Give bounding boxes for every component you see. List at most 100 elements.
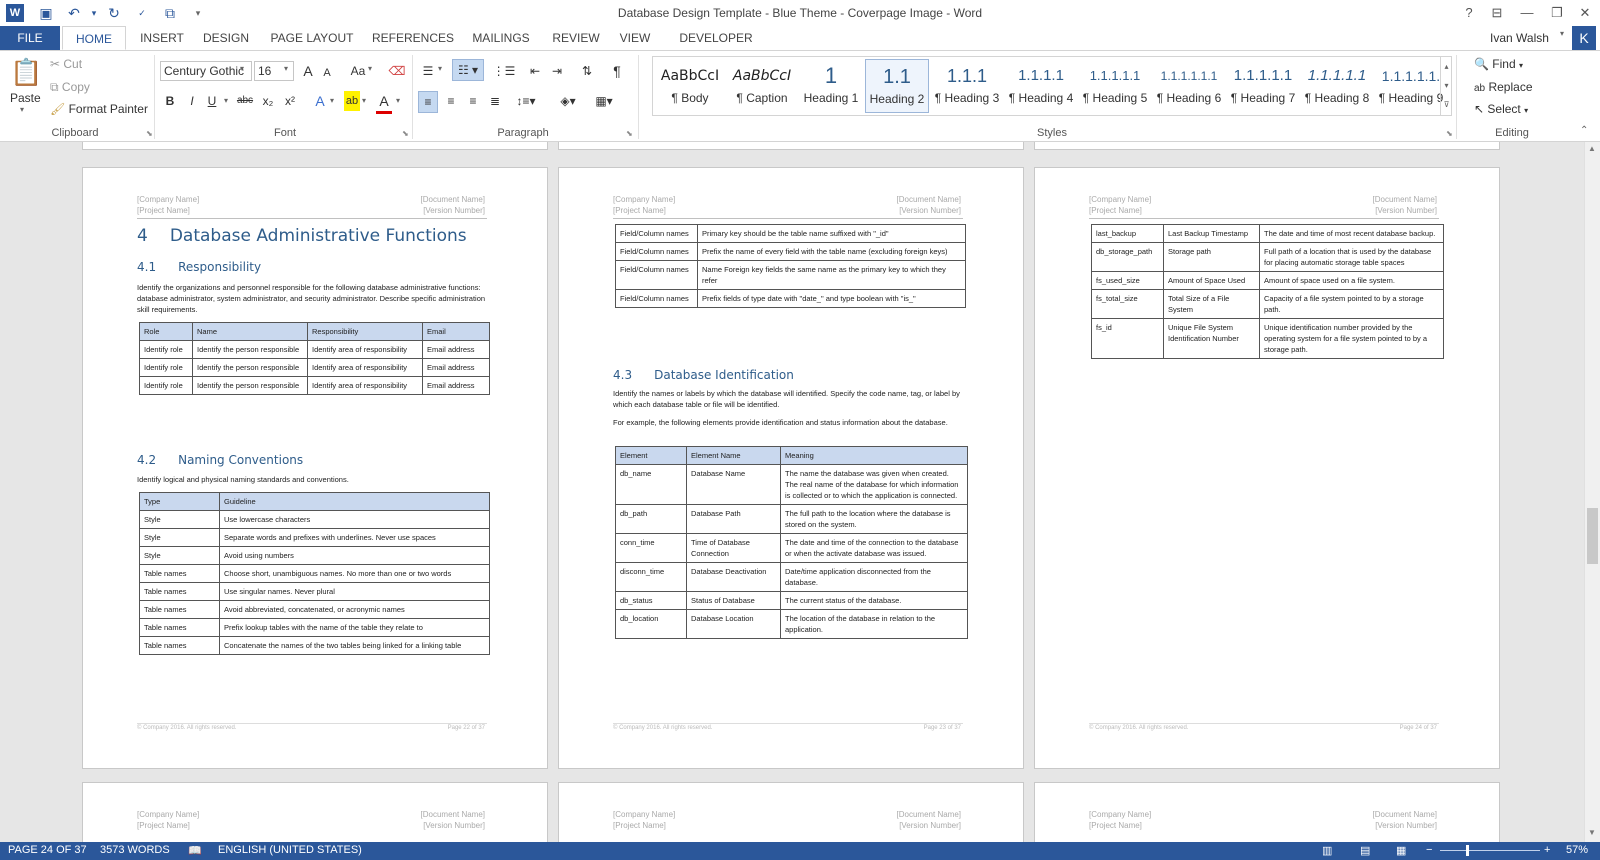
highlight-icon[interactable]: ab [344, 91, 360, 111]
print-layout-icon[interactable]: ▤ [1360, 844, 1370, 857]
document-page[interactable]: [Company Name] [Project Name] [Document N… [82, 782, 548, 842]
tab-insert[interactable]: INSERT [134, 26, 190, 50]
clear-formatting-icon[interactable]: ⌫ [388, 61, 406, 81]
style-caption[interactable]: AaBbCcI ¶ Caption [727, 59, 797, 113]
document-page[interactable]: [Company Name] [Project Name] [Document N… [1034, 782, 1500, 842]
web-layout-icon[interactable]: ▦ [1396, 844, 1406, 857]
borders-icon[interactable]: ▦▾ [590, 91, 618, 111]
style-heading-8[interactable]: 1.1.1.1.1 ¶ Heading 8 [1301, 59, 1373, 113]
document-page[interactable]: [Company Name] [Project Name] [Document N… [1034, 167, 1500, 769]
clipboard-launcher-icon[interactable]: ⬊ [146, 129, 153, 138]
align-center-icon[interactable]: ≡ [442, 91, 460, 111]
style-heading-6[interactable]: 1.1.1.1.1.1 ¶ Heading 6 [1153, 59, 1225, 113]
shrink-font-button[interactable]: A [320, 63, 334, 83]
tab-mailings[interactable]: MAILINGS [466, 26, 536, 50]
language[interactable]: ENGLISH (UNITED STATES) [218, 844, 362, 856]
line-spacing-icon[interactable]: ↕≡▾ [512, 91, 540, 111]
document-page[interactable]: [Company Name] [Project Name] [Document N… [558, 782, 1024, 842]
numbering-icon[interactable]: ☷ ▾ [452, 59, 484, 81]
decrease-indent-icon[interactable]: ⇤ [526, 61, 544, 81]
highlight-dropdown-icon[interactable]: ▾ [362, 96, 366, 105]
user-name[interactable]: Ivan Walsh [1490, 31, 1549, 45]
close-icon[interactable]: ✕ [1574, 4, 1596, 22]
collapse-ribbon-icon[interactable]: ⌃ [1580, 125, 1588, 136]
align-left-icon[interactable]: ≡ [418, 91, 438, 113]
grow-font-button[interactable]: A [300, 61, 316, 81]
document-page[interactable]: [Company Name] [Project Name] [Document N… [82, 167, 548, 769]
font-launcher-icon[interactable]: ⬊ [402, 129, 409, 138]
restore-icon[interactable]: ❐ [1546, 4, 1568, 22]
align-right-icon[interactable]: ≡ [464, 91, 482, 111]
paragraph-launcher-icon[interactable]: ⬊ [626, 129, 633, 138]
zoom-slider-thumb[interactable] [1466, 845, 1469, 856]
vertical-scrollbar[interactable]: ▲ ▼ [1584, 142, 1600, 842]
tab-file[interactable]: FILE [0, 26, 60, 50]
style-heading-7[interactable]: 1.1.1.1.1 ¶ Heading 7 [1227, 59, 1299, 113]
read-mode-icon[interactable]: ▥ [1322, 844, 1332, 857]
bullets-dropdown-icon[interactable]: ▾ [438, 64, 442, 73]
tab-view[interactable]: VIEW [612, 26, 658, 50]
underline-button[interactable]: U [204, 91, 220, 111]
zoom-level[interactable]: 57% [1566, 844, 1588, 856]
bullets-icon[interactable]: ☰ [420, 61, 436, 81]
font-size-dropdown-icon[interactable]: ▾ [284, 64, 288, 73]
style-heading-2[interactable]: 1.1 Heading 2 [865, 59, 929, 113]
minimize-icon[interactable]: — [1516, 4, 1538, 22]
zoom-in-button[interactable]: + [1544, 844, 1550, 856]
sort-icon[interactable]: ⇅ [578, 61, 596, 81]
change-case-dropdown-icon[interactable]: ▾ [368, 64, 372, 73]
scroll-up-icon[interactable]: ▲ [1588, 144, 1596, 153]
zoom-out-button[interactable]: − [1426, 844, 1432, 856]
replace-button[interactable]: ab Replace [1474, 80, 1533, 94]
text-effects-icon[interactable]: A [312, 91, 328, 111]
user-avatar[interactable]: K [1572, 26, 1596, 50]
proofing-icon[interactable]: 📖 [188, 844, 202, 857]
paste-button[interactable]: Paste [10, 91, 41, 105]
font-family-dropdown-icon[interactable]: ▾ [240, 64, 244, 73]
format-painter-button[interactable]: 🖌 Format Painter [50, 102, 148, 116]
user-dropdown-icon[interactable]: ▾ [1560, 29, 1564, 38]
help-icon[interactable]: ? [1458, 4, 1480, 22]
style-heading-5[interactable]: 1.1.1.1.1 ¶ Heading 5 [1079, 59, 1151, 113]
scroll-thumb[interactable] [1587, 508, 1598, 564]
strikethrough-button[interactable]: abc [234, 91, 256, 111]
subscript-button[interactable]: x₂ [260, 91, 276, 111]
styles-scroll[interactable]: ▴ ▾ ⊽ [1440, 57, 1452, 115]
cut-button[interactable]: ✂ Cut [50, 57, 82, 71]
styles-launcher-icon[interactable]: ⬊ [1446, 129, 1453, 138]
paste-dropdown-icon[interactable]: ▾ [20, 105, 24, 114]
font-family-combo[interactable]: Century Gothic [160, 61, 252, 81]
tab-design[interactable]: DESIGN [198, 26, 254, 50]
font-color-dropdown-icon[interactable]: ▾ [396, 96, 400, 105]
change-case-button[interactable]: Aa [346, 61, 370, 81]
underline-dropdown-icon[interactable]: ▾ [224, 96, 228, 105]
superscript-button[interactable]: x² [282, 91, 298, 111]
increase-indent-icon[interactable]: ⇥ [548, 61, 566, 81]
bold-button[interactable]: B [162, 91, 178, 111]
paste-icon[interactable]: 📋 [10, 57, 42, 87]
word-count[interactable]: 3573 WORDS [100, 844, 170, 856]
italic-button[interactable]: I [184, 91, 200, 111]
copy-button[interactable]: ⧉ Copy [50, 80, 90, 95]
tab-references[interactable]: REFERENCES [370, 26, 456, 50]
page-count[interactable]: PAGE 24 OF 37 [8, 844, 87, 856]
tab-developer[interactable]: DEVELOPER [676, 26, 756, 50]
style-heading-9[interactable]: 1.1.1.1.1. ¶ Heading 9 [1375, 59, 1447, 113]
style-heading-1[interactable]: 1 Heading 1 [799, 59, 863, 113]
tab-review[interactable]: REVIEW [548, 26, 604, 50]
justify-icon[interactable]: ≣ [486, 91, 504, 111]
font-color-icon[interactable]: A [376, 91, 392, 114]
ribbon-display-icon[interactable]: ⊟ [1486, 4, 1508, 22]
style-heading-3[interactable]: 1.1.1 ¶ Heading 3 [931, 59, 1003, 113]
zoom-slider[interactable] [1440, 850, 1540, 851]
document-page[interactable]: [Company Name] [Project Name] [Document N… [558, 167, 1024, 769]
style-heading-4[interactable]: 1.1.1.1 ¶ Heading 4 [1005, 59, 1077, 113]
style-body[interactable]: AaBbCcI ¶ Body [655, 59, 725, 113]
multilevel-list-icon[interactable]: ⋮☰ [492, 61, 516, 81]
tab-home[interactable]: HOME [62, 26, 126, 50]
select-button[interactable]: ↖ Select ▾ [1474, 102, 1528, 116]
show-marks-button[interactable]: ¶ [608, 61, 626, 81]
scroll-down-icon[interactable]: ▼ [1588, 828, 1596, 837]
find-button[interactable]: 🔍 Find ▾ [1474, 57, 1523, 71]
text-effects-dropdown-icon[interactable]: ▾ [330, 96, 334, 105]
